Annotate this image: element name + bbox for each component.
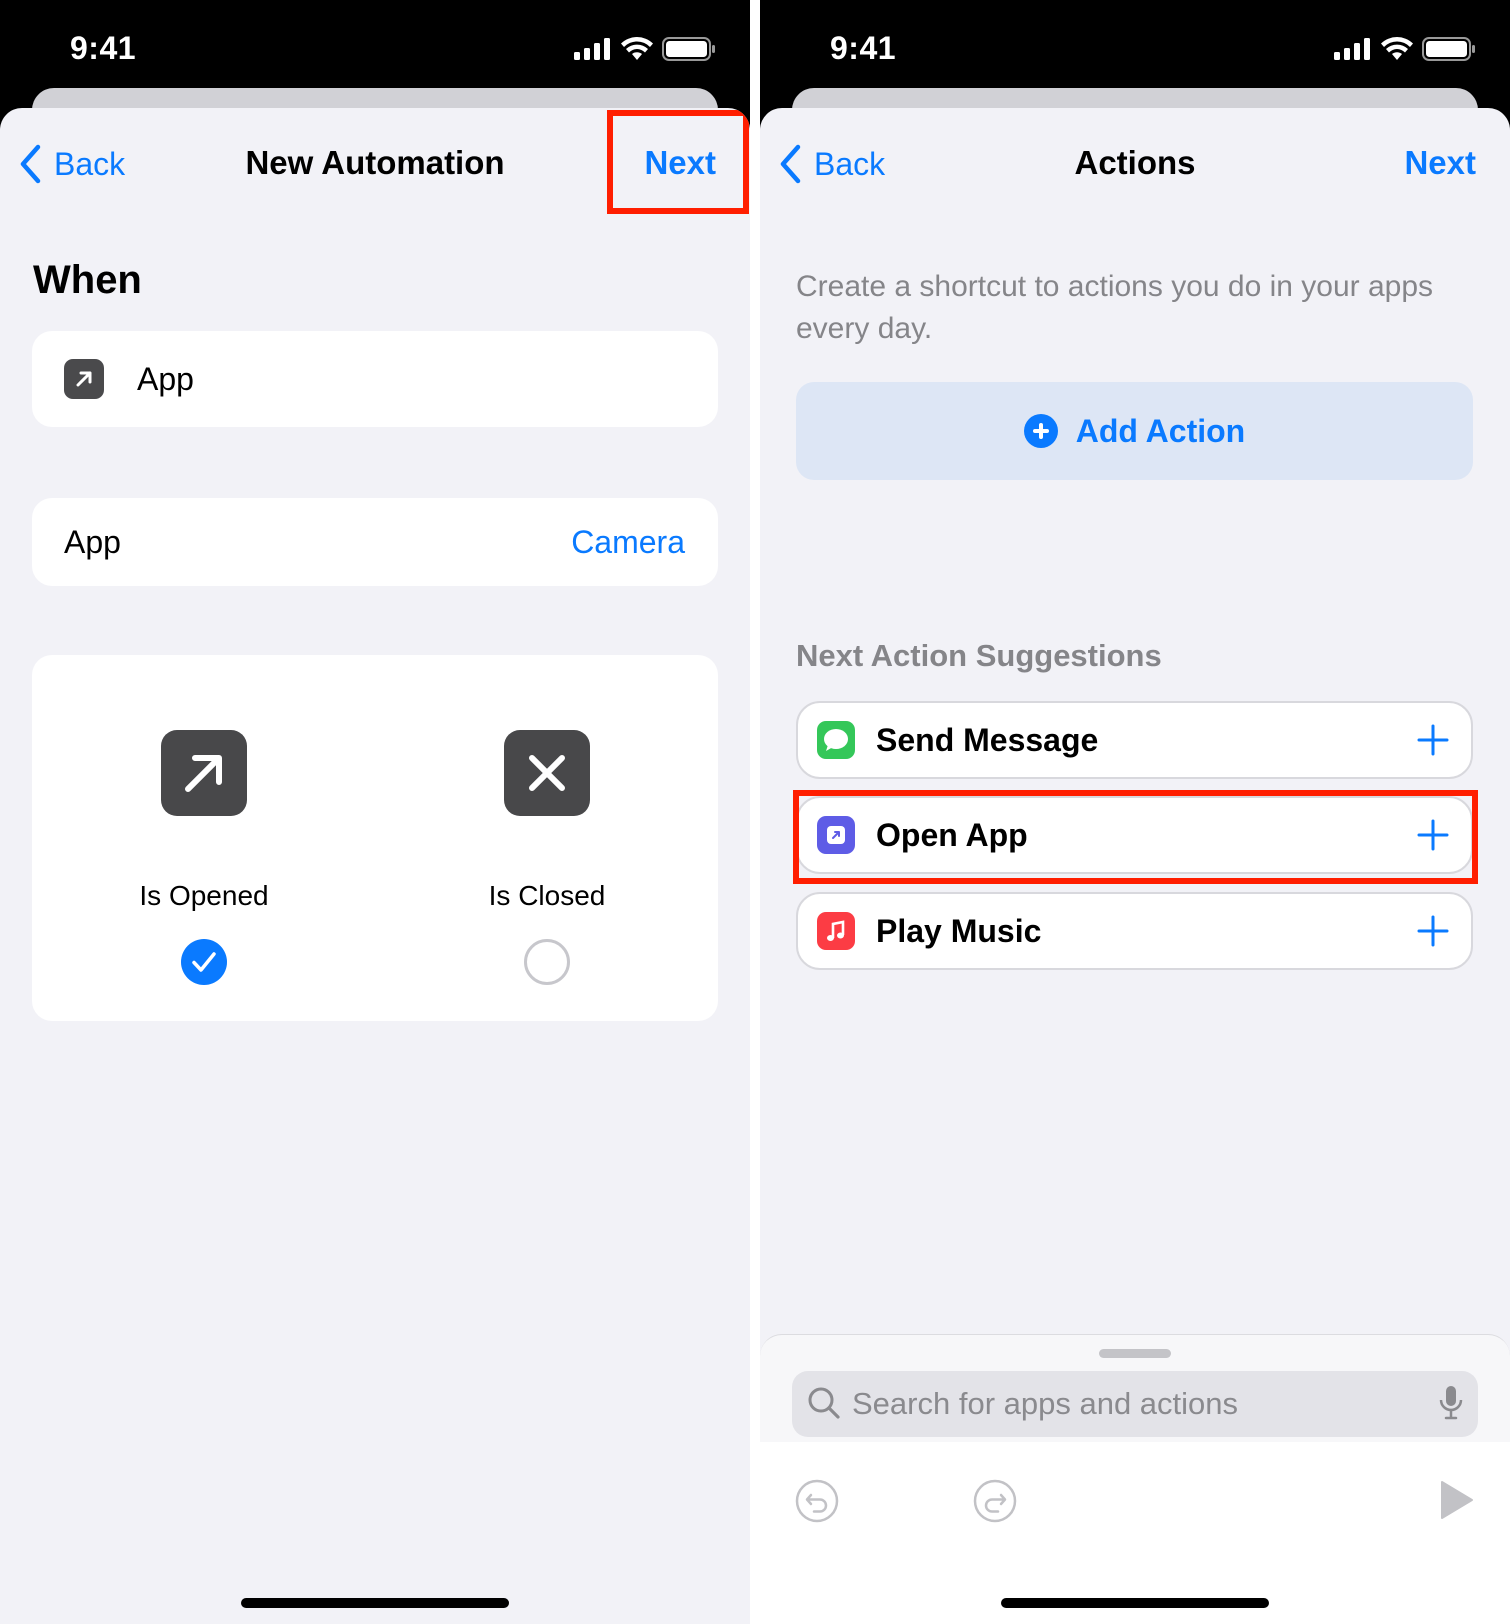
suggestion-send-message[interactable]: Send Message [796, 701, 1473, 779]
page-title: Actions [1074, 144, 1196, 181]
plus-circle-icon [1023, 414, 1058, 448]
sheet-grabber[interactable] [1099, 1349, 1171, 1358]
undo-icon[interactable] [794, 1478, 840, 1524]
radio-opened-selected[interactable] [181, 939, 227, 985]
suggestion-label: Send Message [876, 722, 1099, 758]
play-icon[interactable] [1438, 1480, 1474, 1520]
app-row-value: Camera [571, 524, 685, 560]
next-button[interactable]: Next [1404, 144, 1476, 182]
navigation-bar: Back Actions Next [760, 108, 1510, 220]
trigger-label: App [137, 361, 194, 397]
add-action-button[interactable]: Add Action [796, 382, 1473, 480]
app-row[interactable]: App Camera [32, 498, 718, 586]
status-time: 9:41 [70, 30, 137, 66]
status-icons [574, 36, 716, 62]
next-button[interactable]: Next [644, 144, 716, 182]
cellular-signal-icon [574, 38, 610, 60]
microphone-icon[interactable] [1438, 1384, 1464, 1422]
app-row-label: App [64, 524, 121, 560]
home-indicator [1001, 1598, 1269, 1608]
left-screen: 9:41 Back New Automation Next When App A… [0, 0, 750, 1624]
status-bar: 9:41 [0, 0, 750, 88]
state-card: Is Opened Is Closed [32, 655, 718, 1021]
suggestion-label: Open App [876, 817, 1028, 853]
search-input[interactable]: Search for apps and actions [792, 1371, 1478, 1437]
battery-icon [1422, 37, 1475, 61]
music-icon [817, 912, 855, 950]
automation-sheet: Back New Automation Next When App App Ca… [0, 108, 750, 1624]
plus-icon[interactable] [1413, 911, 1453, 951]
description-text: Create a shortcut to actions you do in y… [796, 270, 1434, 345]
right-screen: 9:41 Back Actions Next Create a shortcut… [760, 0, 1510, 1624]
add-action-label: Add Action [1075, 412, 1246, 449]
navigation-bar: Back New Automation Next [0, 108, 750, 220]
battery-icon [662, 37, 715, 61]
checkmark-icon [192, 952, 216, 972]
status-bar: 9:41 [760, 0, 1510, 88]
radio-closed-unselected[interactable] [524, 939, 570, 985]
suggestion-open-app[interactable]: Open App [796, 796, 1473, 874]
cellular-signal-icon [1334, 38, 1370, 60]
search-placeholder: Search for apps and actions [852, 1386, 1239, 1421]
state-label-opened: Is Opened [139, 880, 269, 911]
section-title-when: When [33, 258, 142, 302]
editor-toolbar [760, 1442, 1510, 1624]
wifi-icon [621, 37, 653, 60]
state-label-closed: Is Closed [488, 880, 606, 911]
suggestion-play-music[interactable]: Play Music [796, 892, 1473, 970]
arrow-up-right-icon [161, 730, 247, 816]
page-title: New Automation [245, 144, 505, 181]
search-panel: Search for apps and actions [760, 1334, 1510, 1442]
wifi-icon [1381, 37, 1413, 60]
search-icon [808, 1387, 840, 1419]
plus-icon[interactable] [1413, 720, 1453, 760]
status-icons [1334, 36, 1476, 62]
app-arrow-icon [64, 359, 104, 399]
suggestion-label: Play Music [876, 913, 1042, 949]
xmark-icon [504, 730, 590, 816]
messages-icon [817, 721, 855, 759]
open-app-icon [817, 816, 855, 854]
home-indicator [241, 1598, 509, 1608]
trigger-card[interactable]: App [32, 331, 718, 427]
actions-sheet: Back Actions Next Create a shortcut to a… [760, 108, 1510, 1624]
suggestions-title: Next Action Suggestions [796, 638, 1162, 673]
plus-icon[interactable] [1413, 815, 1453, 855]
status-time: 9:41 [830, 30, 897, 66]
redo-icon[interactable] [972, 1478, 1018, 1524]
